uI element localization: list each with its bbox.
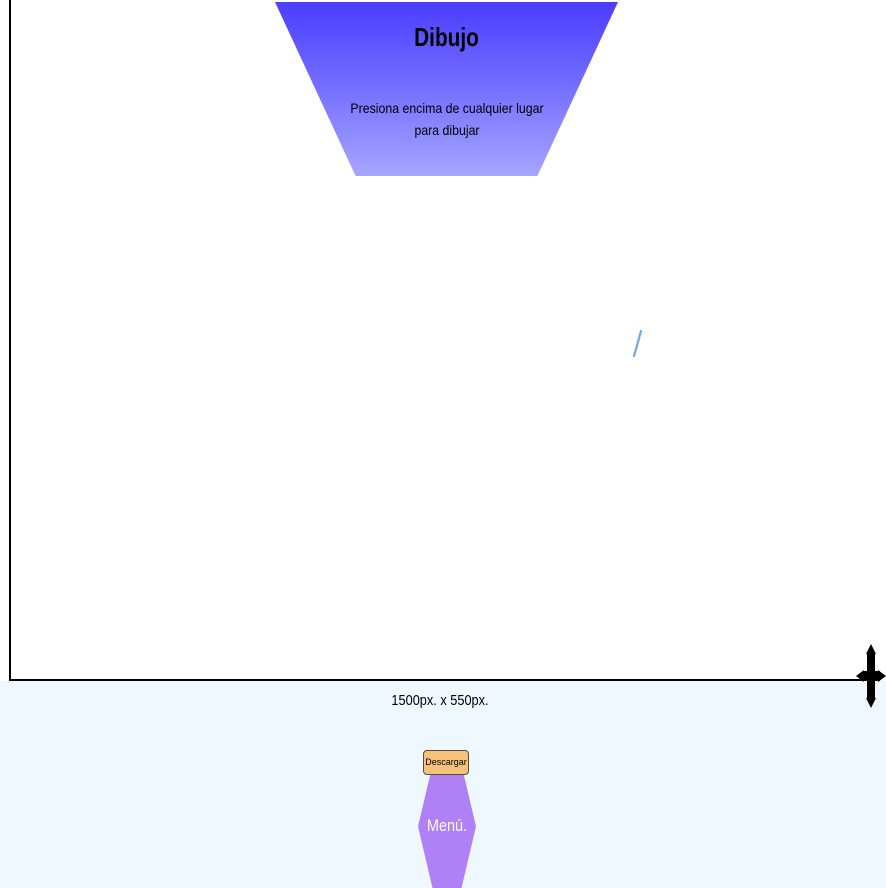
- canvas-bottom-border: [9, 679, 871, 681]
- drawn-stroke: [632, 329, 643, 358]
- instruction-text: Presiona encima de cualquier lugar para …: [350, 100, 544, 138]
- menu-button[interactable]: Menú.: [418, 765, 476, 888]
- canvas-size-label: 1500px. x 550px.: [391, 692, 489, 709]
- download-button[interactable]: Descargar: [423, 750, 469, 775]
- menu-label: Menú.: [426, 816, 468, 835]
- drawing-canvas[interactable]: Dibujo Presiona encima de cualquier luga…: [0, 0, 886, 681]
- canvas-left-border: [9, 0, 11, 681]
- app-window: Dibujo Presiona encima de cualquier luga…: [0, 0, 886, 888]
- title-panel: Dibujo Presiona encima de cualquier luga…: [275, 2, 618, 176]
- page-title: Dibujo: [414, 22, 479, 52]
- move-arrows-icon[interactable]: [856, 644, 886, 708]
